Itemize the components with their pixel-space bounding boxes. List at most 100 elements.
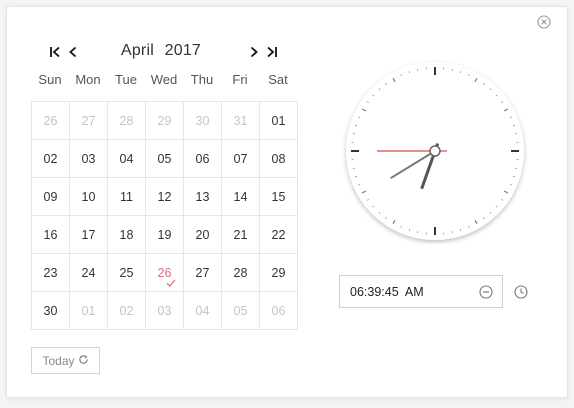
day-number: 02 xyxy=(119,303,134,318)
weekday-label: Fri xyxy=(232,72,248,87)
day-grid: 26 27 28 29 30 31 01 02 03 04 05 06 07 08 09 10 11 12 13 14… xyxy=(31,101,298,330)
day-cell[interactable]: 11 xyxy=(108,178,146,216)
weekday-label: Mon xyxy=(75,72,101,87)
day-cell[interactable]: 06 xyxy=(184,140,222,178)
day-cell[interactable]: 06 xyxy=(260,292,298,330)
day-number: 13 xyxy=(195,189,210,204)
day-cell[interactable]: 08 xyxy=(260,140,298,178)
day-number: 28 xyxy=(119,113,134,128)
day-number: 01 xyxy=(271,113,286,128)
day-cell[interactable]: 30 xyxy=(32,292,70,330)
day-number: 06 xyxy=(195,151,210,166)
day-number: 21 xyxy=(233,227,248,242)
day-cell[interactable]: 26 xyxy=(32,102,70,140)
day-number: 01 xyxy=(81,303,96,318)
day-number: 25 xyxy=(119,265,134,280)
day-cell[interactable]: 01 xyxy=(70,292,108,330)
day-cell[interactable]: 09 xyxy=(32,178,70,216)
day-number: 04 xyxy=(119,151,134,166)
day-number: 30 xyxy=(195,113,210,128)
day-cell[interactable]: 18 xyxy=(108,216,146,254)
day-cell[interactable]: 12 xyxy=(146,178,184,216)
day-cell[interactable]: 19 xyxy=(146,216,184,254)
close-icon[interactable] xyxy=(537,15,551,29)
day-cell[interactable]: 21 xyxy=(222,216,260,254)
month-year-title[interactable]: April 2017 xyxy=(106,42,216,60)
day-cell[interactable]: 03 xyxy=(146,292,184,330)
clock-center xyxy=(429,145,441,157)
chevron-right-icon[interactable] xyxy=(245,40,263,64)
day-cell[interactable]: 15 xyxy=(260,178,298,216)
day-number: 27 xyxy=(195,265,210,280)
day-number: 05 xyxy=(233,303,248,318)
calendar-nav-left xyxy=(46,40,82,64)
day-cell[interactable]: 14 xyxy=(222,178,260,216)
day-number: 02 xyxy=(43,151,58,166)
day-cell[interactable]: 24 xyxy=(70,254,108,292)
refresh-icon xyxy=(78,354,89,368)
day-number: 06 xyxy=(271,303,286,318)
weekday-header: Sun Mon Tue Wed Thu Fri Sat xyxy=(31,72,297,87)
day-number: 14 xyxy=(233,189,248,204)
day-cell[interactable]: 07 xyxy=(222,140,260,178)
day-cell[interactable]: 16 xyxy=(32,216,70,254)
day-number: 10 xyxy=(81,189,96,204)
day-cell[interactable]: 29 xyxy=(260,254,298,292)
day-cell-selected[interactable]: 26 xyxy=(146,254,184,292)
day-cell[interactable]: 04 xyxy=(184,292,222,330)
analog-clock[interactable] xyxy=(342,58,528,244)
day-cell[interactable]: 02 xyxy=(32,140,70,178)
day-cell[interactable]: 13 xyxy=(184,178,222,216)
time-input[interactable] xyxy=(350,283,470,301)
day-cell[interactable]: 20 xyxy=(184,216,222,254)
month-label: April xyxy=(120,42,154,59)
day-cell[interactable]: 10 xyxy=(70,178,108,216)
day-cell[interactable]: 05 xyxy=(146,140,184,178)
day-cell[interactable]: 01 xyxy=(260,102,298,140)
day-cell[interactable]: 02 xyxy=(108,292,146,330)
weekday-label: Wed xyxy=(150,72,178,87)
day-cell[interactable]: 29 xyxy=(146,102,184,140)
day-cell[interactable]: 27 xyxy=(184,254,222,292)
day-cell[interactable]: 05 xyxy=(222,292,260,330)
day-number: 18 xyxy=(119,227,134,242)
day-number: 23 xyxy=(43,265,58,280)
year-label: 2017 xyxy=(164,42,202,59)
chevron-left-icon[interactable] xyxy=(64,40,82,64)
weekday-label: Sat xyxy=(268,72,288,87)
day-number: 16 xyxy=(43,227,58,242)
day-number: 07 xyxy=(233,151,248,166)
day-number: 26 xyxy=(43,113,58,128)
day-cell[interactable]: 03 xyxy=(70,140,108,178)
day-number: 03 xyxy=(81,151,96,166)
day-number: 24 xyxy=(81,265,96,280)
last-page-icon[interactable] xyxy=(263,40,281,64)
today-button[interactable]: Today xyxy=(31,347,100,374)
day-number: 15 xyxy=(271,189,286,204)
day-number: 05 xyxy=(157,151,172,166)
day-number: 28 xyxy=(233,265,248,280)
day-cell[interactable]: 27 xyxy=(70,102,108,140)
day-cell[interactable]: 17 xyxy=(70,216,108,254)
day-number: 31 xyxy=(233,113,248,128)
day-number: 04 xyxy=(195,303,210,318)
minus-circle-icon[interactable] xyxy=(479,285,493,299)
day-cell[interactable]: 28 xyxy=(222,254,260,292)
day-number: 30 xyxy=(43,303,58,318)
day-number: 09 xyxy=(43,189,58,204)
day-cell[interactable]: 04 xyxy=(108,140,146,178)
day-number: 22 xyxy=(271,227,286,242)
day-number: 03 xyxy=(157,303,172,318)
time-field[interactable] xyxy=(339,275,503,308)
clock-icon[interactable] xyxy=(514,285,528,299)
calendar-nav-right xyxy=(245,40,281,64)
day-cell[interactable]: 22 xyxy=(260,216,298,254)
day-cell[interactable]: 23 xyxy=(32,254,70,292)
day-cell[interactable]: 31 xyxy=(222,102,260,140)
first-page-icon[interactable] xyxy=(46,40,64,64)
day-cell[interactable]: 28 xyxy=(108,102,146,140)
day-number: 19 xyxy=(157,227,172,242)
day-cell[interactable]: 30 xyxy=(184,102,222,140)
day-number: 11 xyxy=(120,189,133,204)
day-cell[interactable]: 25 xyxy=(108,254,146,292)
